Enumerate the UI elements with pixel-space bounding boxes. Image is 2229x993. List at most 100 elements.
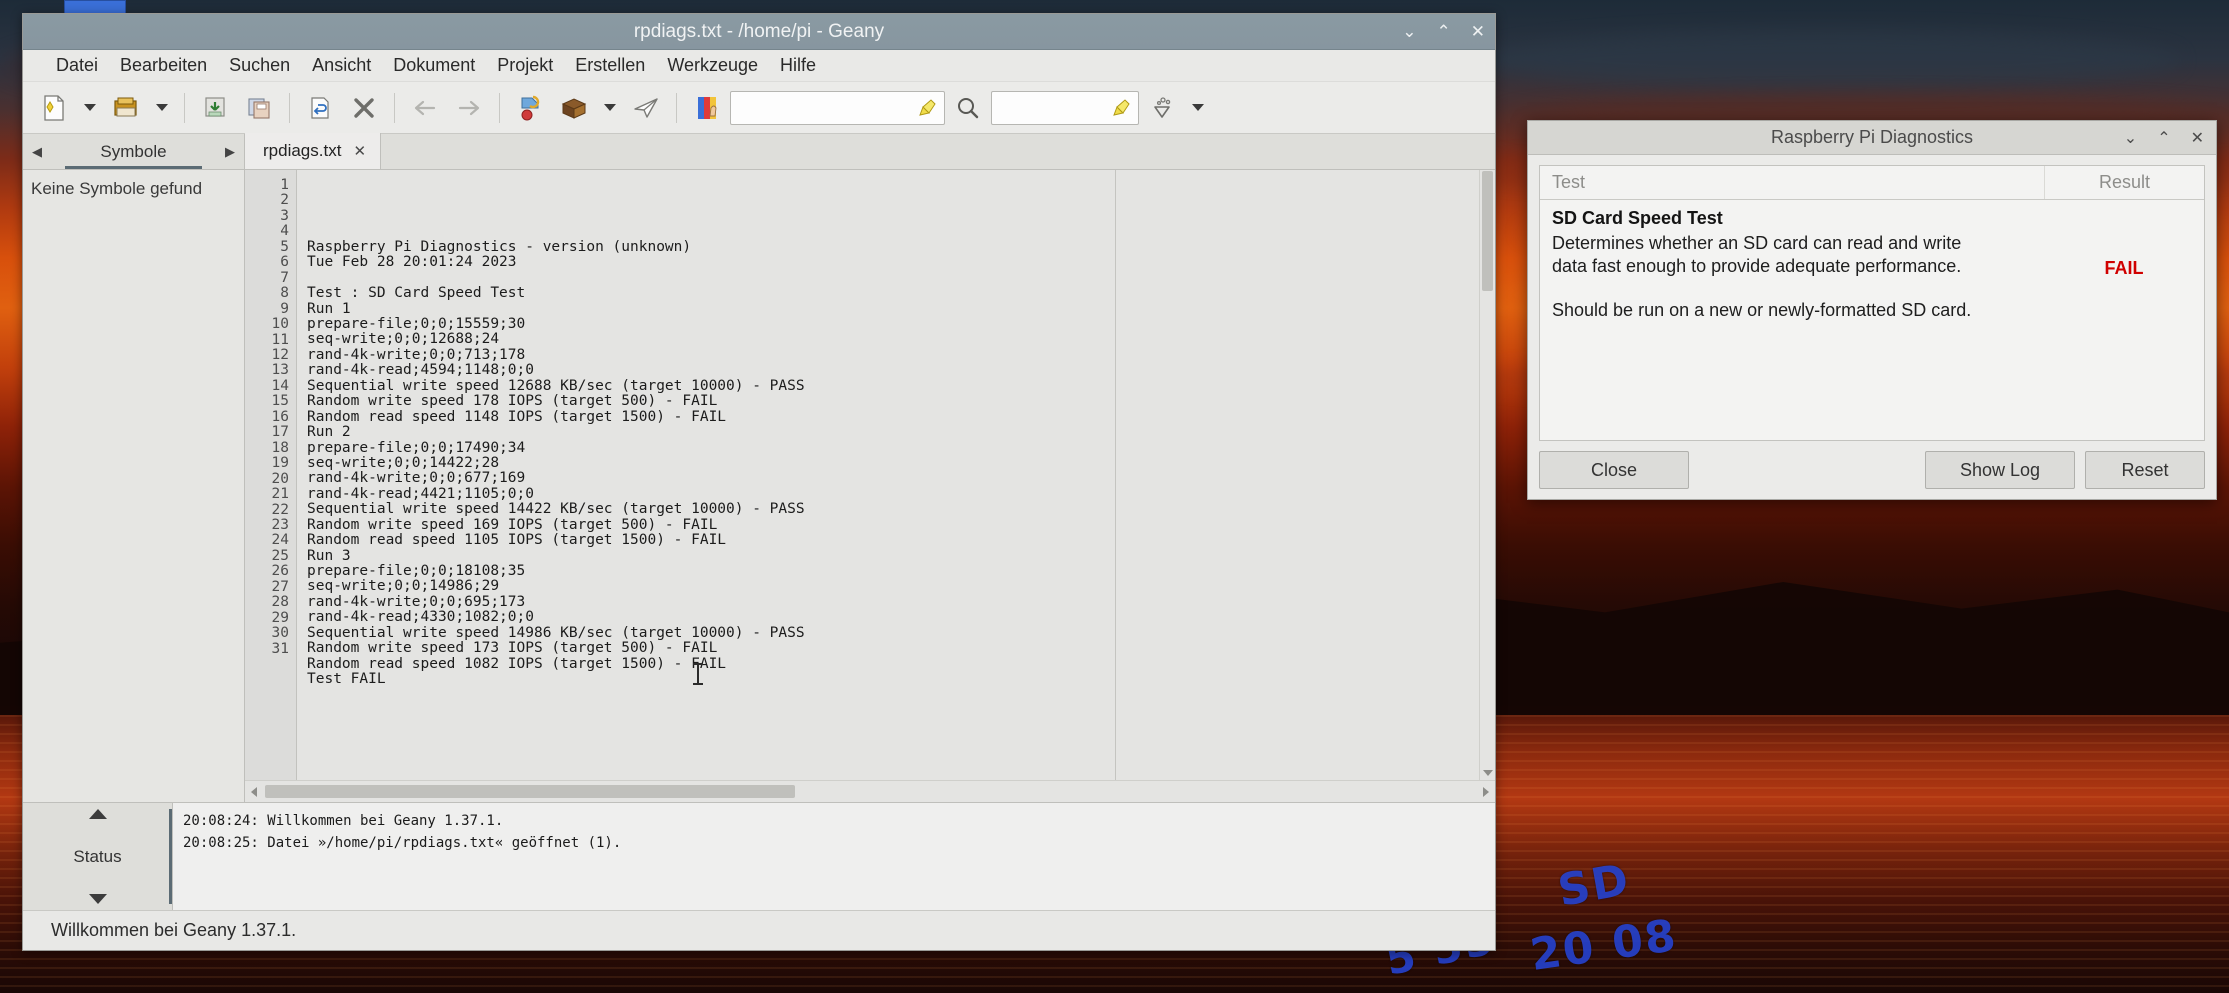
statusbar-text: Willkommen bei Geany 1.37.1.: [51, 920, 297, 940]
test-note: Should be run on a new or newly-formatte…: [1552, 300, 1972, 320]
menu-bearbeiten[interactable]: Bearbeiten: [109, 52, 218, 79]
toolbar-separator: [394, 92, 395, 123]
close-icon[interactable]: ✕: [353, 142, 366, 160]
sidebar-tab-symbole[interactable]: Symbole: [51, 134, 216, 169]
close-icon[interactable]: ✕: [1471, 23, 1485, 40]
diagnostics-titlebar[interactable]: Raspberry Pi Diagnostics ⌄ ⌃ ✕: [1528, 121, 2216, 155]
document-tab-rpdiags[interactable]: rpdiags.txt ✕: [245, 133, 382, 169]
status-message-row: 20:08:24: Willkommen bei Geany 1.37.1.: [183, 813, 504, 829]
open-file-icon[interactable]: [105, 88, 147, 128]
line-number: 11: [271, 331, 289, 348]
menu-datei[interactable]: Datei: [45, 52, 109, 79]
code-line: Random write speed 173 IOPS (target 500)…: [307, 640, 718, 657]
text-cursor: [693, 663, 703, 685]
code-area[interactable]: 1 2 3 4 5 6 7 8 9 10 11 12 13 14 15 16 17 18 19 20 21 22 23 24 2…: [245, 170, 1495, 780]
goto-line-input[interactable]: [991, 90, 1139, 125]
scroll-right-icon[interactable]: [1483, 787, 1489, 797]
test-description-cell: SD Card Speed Test Determines whether an…: [1540, 200, 2044, 440]
line-number: 26: [271, 563, 289, 580]
pencil-icon: [919, 98, 936, 116]
code-line: seq-write;0;0;14422;28: [307, 454, 500, 471]
menu-suchen[interactable]: Suchen: [218, 52, 301, 79]
close-document-icon[interactable]: [343, 88, 385, 128]
sidebar-empty-message: Keine Symbole gefund: [31, 179, 203, 198]
menu-erstellen[interactable]: Erstellen: [564, 52, 656, 79]
maximize-icon[interactable]: ⌃: [2157, 128, 2170, 148]
line-number: 2: [280, 192, 289, 209]
code-line: Random write speed 169 IOPS (target 500)…: [307, 516, 718, 533]
table-row[interactable]: SD Card Speed Test Determines whether an…: [1540, 200, 2204, 440]
document-tab-label: rpdiags.txt: [263, 141, 342, 160]
navigate-forward-icon[interactable]: [448, 88, 490, 128]
message-scroll-up-icon[interactable]: [88, 809, 107, 819]
code-line: prepare-file;0;0;18108;35: [307, 563, 526, 579]
line-number: 6: [280, 254, 289, 271]
sidebar-next-icon[interactable]: ▶: [216, 144, 244, 160]
minimize-icon[interactable]: ⌄: [1402, 23, 1416, 40]
line-number: 4: [280, 223, 289, 240]
sidebar-tabbar: ◀ Symbole ▶: [23, 134, 244, 170]
editor-horizontal-scrollbar-row: [245, 780, 1495, 802]
menu-projekt[interactable]: Projekt: [486, 52, 564, 79]
scroll-left-icon[interactable]: [251, 787, 257, 797]
code-line: prepare-file;0;0;15559;30: [307, 316, 526, 332]
toolbar-separator: [499, 92, 500, 123]
code-line: prepare-file;0;0;17490;34: [307, 439, 526, 456]
menu-dokument[interactable]: Dokument: [382, 52, 486, 79]
scroll-down-icon[interactable]: [1483, 770, 1493, 776]
test-name: SD Card Speed Test: [1552, 208, 1723, 228]
geany-toolbar: [23, 82, 1495, 134]
minimize-icon[interactable]: ⌄: [2124, 128, 2137, 148]
close-icon[interactable]: ✕: [2191, 128, 2204, 148]
build-icon[interactable]: [553, 88, 595, 128]
new-file-icon[interactable]: [33, 88, 75, 128]
jump-to-icon[interactable]: [1141, 88, 1183, 128]
test-description-line-1: Determines whether an SD card can read a…: [1552, 233, 1962, 253]
search-button-icon[interactable]: [947, 88, 989, 128]
sidebar-prev-icon[interactable]: ◀: [23, 144, 51, 160]
code-line: Random read speed 1148 IOPS (target 1500…: [307, 408, 727, 425]
reset-button[interactable]: Reset: [2085, 451, 2205, 489]
new-file-dropdown[interactable]: [77, 88, 103, 128]
compile-icon[interactable]: [509, 88, 551, 128]
save-icon[interactable]: [194, 88, 236, 128]
scrollbar-thumb[interactable]: [265, 785, 795, 798]
code-line: rand-4k-write;0;0;677;169: [307, 470, 526, 487]
line-number: 16: [271, 408, 289, 425]
line-number: 18: [271, 439, 289, 456]
editor-horizontal-scrollbar[interactable]: [245, 781, 1495, 802]
message-tab-status[interactable]: Status: [73, 847, 121, 867]
menu-ansicht[interactable]: Ansicht: [301, 52, 382, 79]
open-file-dropdown[interactable]: [149, 88, 175, 128]
line-number: 20: [271, 470, 289, 487]
document-tabbar: rpdiags.txt ✕: [245, 133, 1495, 170]
build-dropdown[interactable]: [597, 88, 623, 128]
status-message-list[interactable]: 20:08:24: Willkommen bei Geany 1.37.1. 2…: [173, 803, 1495, 910]
search-input[interactable]: [730, 90, 945, 125]
revert-icon[interactable]: [299, 88, 341, 128]
code-text[interactable]: Raspberry Pi Diagnostics - version (unkn…: [297, 170, 1495, 780]
color-chooser-icon[interactable]: [686, 88, 728, 128]
navigate-back-icon[interactable]: [404, 88, 446, 128]
show-log-button[interactable]: Show Log: [1925, 451, 2075, 489]
save-all-icon[interactable]: [238, 88, 280, 128]
test-result-cell: FAIL: [2044, 200, 2204, 440]
editor-pane: rpdiags.txt ✕ 1 2 3 4 5 6 7 8 9 10 11 12 13 14 15 16 17 1…: [245, 133, 1495, 802]
toolbar-separator: [676, 92, 677, 123]
menu-hilfe[interactable]: Hilfe: [769, 52, 827, 79]
close-button[interactable]: Close: [1539, 451, 1689, 489]
message-scroll-down-icon[interactable]: [88, 894, 107, 904]
toolbar-overflow-icon[interactable]: [1185, 88, 1211, 128]
run-icon[interactable]: [625, 88, 667, 128]
raspberry-pi-diagnostics-dialog: Raspberry Pi Diagnostics ⌄ ⌃ ✕ Test Resu…: [1527, 120, 2217, 500]
line-number: 30: [271, 625, 289, 642]
diagnostics-test-table: Test Result SD Card Speed Test Determine…: [1539, 165, 2205, 441]
menu-werkzeuge[interactable]: Werkzeuge: [656, 52, 769, 79]
editor-vertical-scrollbar[interactable]: [1479, 170, 1495, 780]
maximize-icon[interactable]: ⌃: [1437, 23, 1451, 40]
scrollbar-thumb[interactable]: [1482, 171, 1493, 291]
code-line: Run 2: [307, 424, 351, 441]
geany-titlebar[interactable]: rpdiags.txt - /home/pi - Geany ⌄ ⌃ ✕: [23, 14, 1495, 50]
